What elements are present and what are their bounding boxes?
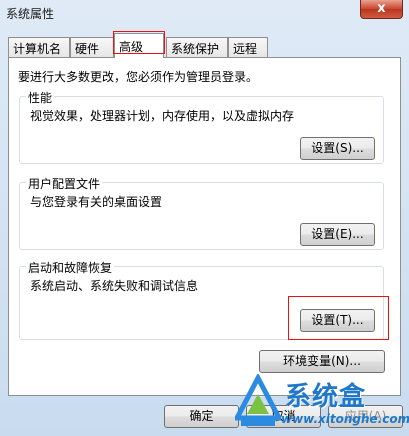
user-profiles-settings-button[interactable]: 设置(E)... <box>300 223 375 246</box>
startup-recovery-desc: 系统启动、系统失败和调试信息 <box>30 279 199 293</box>
user-profiles-desc: 与您登录有关的桌面设置 <box>30 195 163 209</box>
performance-desc: 视觉效果，处理器计划，内存使用，以及虚拟内存 <box>30 109 295 123</box>
title-bar[interactable]: 系统属性 x <box>0 0 409 26</box>
watermark-text: 系统盒 <box>285 382 367 412</box>
tab-strip: 计算机名 硬件 高级 系统保护 远程 <box>8 31 401 58</box>
environment-variables-button[interactable]: 环境变量(N)... <box>259 350 385 373</box>
system-properties-window: 系统属性 x 计算机名 硬件 高级 系统保护 远程 要进行大多数更改，您必须作为… <box>0 0 409 436</box>
user-profiles-title: 用户配置文件 <box>26 175 103 192</box>
startup-recovery-title: 启动和故障恢复 <box>26 259 115 276</box>
settings-highlight-box <box>288 296 389 340</box>
watermark-url: www.xitonghe.com <box>281 412 409 426</box>
tab-system-protection[interactable]: 系统保护 <box>166 37 228 57</box>
tab-hardware[interactable]: 硬件 <box>70 37 114 57</box>
watermark-emblem-icon <box>232 372 284 426</box>
tab-advanced[interactable]: 高级 <box>113 31 165 58</box>
user-profiles-group: 用户配置文件 与您登录有关的桌面设置 设置(E)... <box>19 175 384 250</box>
performance-group: 性能 视觉效果，处理器计划，内存使用，以及虚拟内存 设置(S)... <box>19 89 384 164</box>
tab-remote[interactable]: 远程 <box>228 37 268 57</box>
admin-note: 要进行大多数更改，您必须作为管理员登录。 <box>18 70 259 84</box>
watermark-logo: 系统盒 www.xitonghe.com <box>232 372 409 434</box>
performance-settings-button[interactable]: 设置(S)... <box>300 137 375 160</box>
performance-title: 性能 <box>26 89 55 106</box>
tab-computer-name[interactable]: 计算机名 <box>8 37 70 57</box>
tab-highlight-box <box>113 31 165 54</box>
close-button[interactable]: x <box>360 0 403 19</box>
window-title: 系统属性 <box>6 7 55 21</box>
ok-button[interactable]: 确定 <box>164 405 239 428</box>
